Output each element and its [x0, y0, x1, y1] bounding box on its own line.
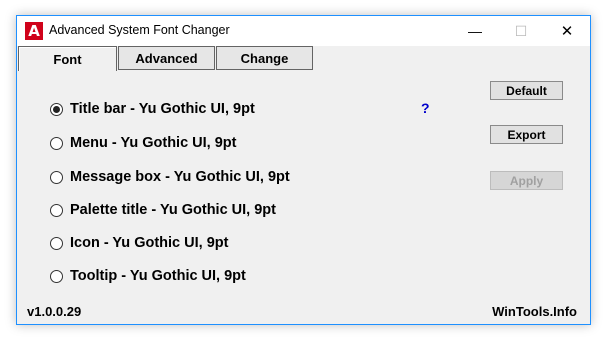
- font-option-title-bar[interactable]: Title bar - Yu Gothic UI, 9pt: [50, 99, 255, 119]
- tab-font[interactable]: Font: [18, 46, 117, 71]
- radio-menu[interactable]: [50, 136, 63, 150]
- website-link[interactable]: WinTools.Info: [492, 304, 577, 319]
- font-option-label: Icon - Yu Gothic UI, 9pt: [70, 235, 229, 251]
- font-option-label: Menu - Yu Gothic UI, 9pt: [70, 135, 237, 151]
- radio-tooltip[interactable]: [50, 269, 63, 283]
- title-bar[interactable]: A Advanced System Font Changer — ☐ ✕: [17, 16, 590, 46]
- font-option-menu[interactable]: Menu - Yu Gothic UI, 9pt: [50, 133, 237, 153]
- radio-icon[interactable]: [50, 236, 63, 250]
- font-option-label: Message box - Yu Gothic UI, 9pt: [70, 169, 290, 185]
- font-option-message-box[interactable]: Message box - Yu Gothic UI, 9pt: [50, 167, 290, 187]
- apply-button: Apply: [490, 171, 563, 190]
- font-option-label: Palette title - Yu Gothic UI, 9pt: [70, 202, 276, 218]
- app-window: A Advanced System Font Changer — ☐ ✕ Fon…: [16, 15, 591, 325]
- tab-advanced[interactable]: Advanced: [118, 46, 215, 70]
- close-button[interactable]: ✕: [544, 16, 590, 46]
- export-button[interactable]: Export: [490, 125, 563, 144]
- app-logo-icon: A: [25, 22, 43, 40]
- minimize-icon: —: [468, 23, 482, 39]
- tab-change[interactable]: Change: [216, 46, 313, 70]
- version-label: v1.0.0.29: [27, 304, 82, 319]
- font-option-label: Tooltip - Yu Gothic UI, 9pt: [70, 268, 246, 284]
- default-button[interactable]: Default: [490, 81, 563, 100]
- minimize-button[interactable]: —: [452, 16, 498, 46]
- font-option-icon[interactable]: Icon - Yu Gothic UI, 9pt: [50, 233, 228, 253]
- maximize-button: ☐: [498, 16, 544, 46]
- window-title: Advanced System Font Changer: [49, 23, 230, 37]
- font-option-palette-title[interactable]: Palette title - Yu Gothic UI, 9pt: [50, 200, 276, 220]
- help-link[interactable]: ?: [421, 100, 430, 116]
- radio-message-box[interactable]: [50, 170, 63, 184]
- radio-palette-title[interactable]: [50, 203, 63, 217]
- font-option-label: Title bar - Yu Gothic UI, 9pt: [70, 101, 255, 117]
- maximize-icon: ☐: [514, 22, 528, 39]
- font-option-tooltip[interactable]: Tooltip - Yu Gothic UI, 9pt: [50, 266, 246, 286]
- close-icon: ✕: [560, 23, 574, 40]
- radio-title-bar[interactable]: [50, 102, 63, 116]
